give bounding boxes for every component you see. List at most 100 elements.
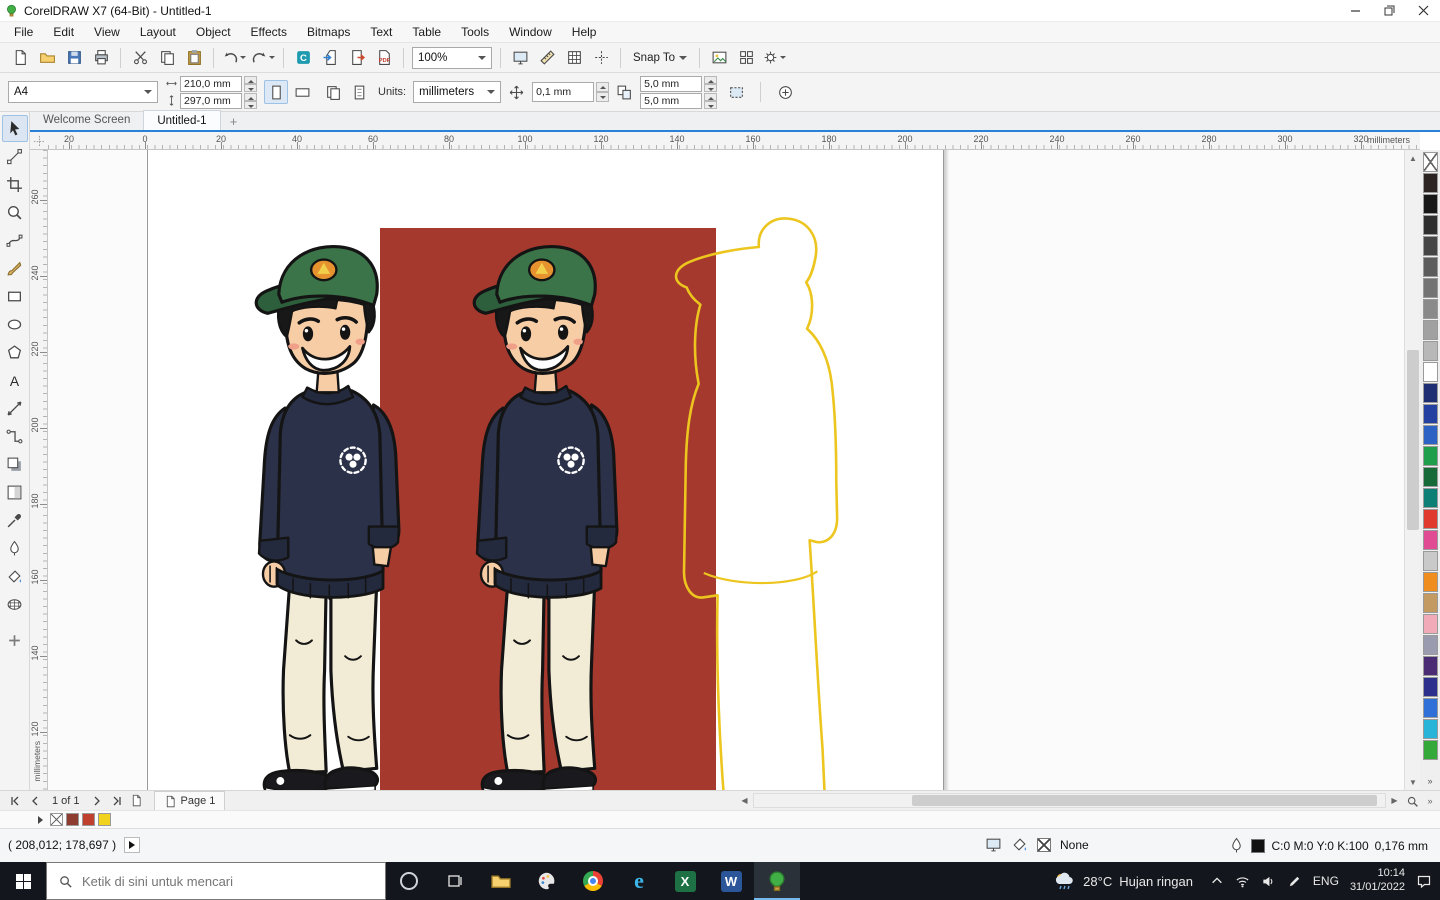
pick-tool[interactable] bbox=[2, 115, 28, 142]
document-no-color-swatch[interactable] bbox=[50, 813, 63, 826]
horizontal-scrollbar[interactable] bbox=[753, 793, 1386, 808]
speaker-icon[interactable] bbox=[1261, 874, 1276, 889]
duplicate-x-spinner[interactable] bbox=[704, 76, 717, 92]
nudge-distance-input[interactable]: 0,1 mm bbox=[532, 82, 594, 102]
ruler-origin-button[interactable] bbox=[31, 133, 47, 149]
palette-swatch[interactable] bbox=[1423, 740, 1438, 760]
next-page-button[interactable] bbox=[88, 793, 106, 809]
page-width-input[interactable]: 210,0 mm bbox=[180, 76, 242, 92]
previous-page-button[interactable] bbox=[26, 793, 44, 809]
artistic-media-tool[interactable] bbox=[2, 255, 28, 282]
copy-button[interactable] bbox=[154, 46, 180, 70]
duplicate-x-input[interactable]: 5,0 mm bbox=[640, 76, 702, 92]
fill-color-icon[interactable] bbox=[1011, 836, 1028, 853]
open-button[interactable] bbox=[34, 46, 60, 70]
menu-layout[interactable]: Layout bbox=[130, 23, 186, 41]
palette-swatch[interactable] bbox=[1423, 530, 1438, 550]
show-grid-button[interactable] bbox=[561, 46, 587, 70]
tray-expand-icon[interactable] bbox=[1210, 874, 1224, 888]
palette-swatch[interactable] bbox=[1423, 320, 1438, 340]
menu-file[interactable]: File bbox=[4, 23, 43, 41]
parallel-dimension-tool[interactable] bbox=[2, 395, 28, 422]
scroll-up-arrow[interactable]: ▲ bbox=[1405, 150, 1421, 166]
palette-scroll-down-button[interactable]: » bbox=[1422, 793, 1438, 809]
restore-button[interactable] bbox=[1372, 0, 1406, 22]
nudge-spinner[interactable] bbox=[596, 82, 609, 102]
duplicate-y-input[interactable]: 5,0 mm bbox=[640, 93, 702, 109]
snap-to-dropdown[interactable]: Snap To bbox=[627, 47, 693, 69]
color-eyedropper-tool[interactable] bbox=[2, 507, 28, 534]
word-taskbar-button[interactable]: W bbox=[708, 862, 754, 900]
horizontal-ruler[interactable]: millimeters 2002040608010012014016018020… bbox=[30, 132, 1420, 150]
menu-effects[interactable]: Effects bbox=[241, 23, 297, 41]
palette-swatch[interactable] bbox=[1423, 593, 1438, 613]
search-content-button[interactable] bbox=[290, 46, 316, 70]
minimize-button[interactable] bbox=[1338, 0, 1372, 22]
excel-taskbar-button[interactable]: X bbox=[662, 862, 708, 900]
zoom-level-combo[interactable]: 100% bbox=[412, 47, 492, 69]
portrait-button[interactable] bbox=[264, 80, 288, 104]
rectangle-tool[interactable] bbox=[2, 283, 28, 310]
menu-help[interactable]: Help bbox=[562, 23, 607, 41]
interactive-fill-tool[interactable] bbox=[2, 563, 28, 590]
taskbar-clock[interactable]: 10:14 31/01/2022 bbox=[1350, 867, 1405, 895]
fullscreen-preview-button[interactable] bbox=[507, 46, 533, 70]
palette-swatch[interactable] bbox=[1423, 698, 1438, 718]
scroll-down-arrow[interactable]: ▼ bbox=[1405, 774, 1421, 790]
palette-swatch[interactable] bbox=[1423, 194, 1438, 214]
zoom-fit-button[interactable] bbox=[1404, 793, 1420, 809]
units-combo[interactable]: millimeters bbox=[413, 81, 501, 103]
add-page-button[interactable] bbox=[128, 793, 146, 809]
palette-swatch[interactable] bbox=[1423, 425, 1438, 445]
redo-button[interactable] bbox=[249, 46, 277, 70]
task-view-button[interactable] bbox=[432, 862, 478, 900]
palette-swatch[interactable] bbox=[1423, 677, 1438, 697]
save-button[interactable] bbox=[61, 46, 87, 70]
crop-tool[interactable] bbox=[2, 171, 28, 198]
wifi-icon[interactable] bbox=[1235, 874, 1250, 889]
options-button[interactable] bbox=[760, 46, 788, 70]
file-explorer-taskbar-button[interactable] bbox=[478, 862, 524, 900]
page-height-input[interactable]: 297,0 mm bbox=[180, 93, 242, 109]
new-document-button[interactable] bbox=[7, 46, 33, 70]
paste-button[interactable] bbox=[181, 46, 207, 70]
tab-untitled-1[interactable]: Untitled-1 bbox=[143, 110, 220, 130]
ellipse-tool[interactable] bbox=[2, 311, 28, 338]
drawing-canvas[interactable] bbox=[48, 150, 1404, 790]
show-rulers-button[interactable] bbox=[534, 46, 560, 70]
menu-tools[interactable]: Tools bbox=[451, 23, 499, 41]
status-flyout-button[interactable] bbox=[124, 837, 140, 853]
tab-welcome-screen[interactable]: Welcome Screen bbox=[30, 110, 143, 130]
new-document-tab-button[interactable]: + bbox=[225, 112, 243, 130]
application-launcher-button[interactable] bbox=[733, 46, 759, 70]
no-color-swatch[interactable] bbox=[1423, 152, 1438, 172]
page-height-spinner[interactable] bbox=[244, 93, 257, 109]
page-1-tab[interactable]: Page 1 bbox=[154, 791, 226, 810]
page-size-combo[interactable]: A4 bbox=[8, 81, 158, 103]
coreldraw-taskbar-button[interactable] bbox=[754, 862, 800, 900]
chrome-taskbar-button[interactable] bbox=[570, 862, 616, 900]
palette-swatch[interactable] bbox=[1423, 572, 1438, 592]
drop-shadow-tool[interactable] bbox=[2, 451, 28, 478]
smart-fill-tool[interactable] bbox=[2, 591, 28, 618]
menu-edit[interactable]: Edit bbox=[43, 23, 84, 41]
scroll-left-arrow[interactable]: ◀ bbox=[737, 793, 752, 808]
menu-view[interactable]: View bbox=[84, 23, 130, 41]
text-tool[interactable] bbox=[2, 367, 28, 394]
menu-text[interactable]: Text bbox=[360, 23, 402, 41]
welcome-screen-button[interactable] bbox=[706, 46, 732, 70]
menu-object[interactable]: Object bbox=[186, 23, 241, 41]
document-palette-swatch[interactable] bbox=[66, 813, 79, 826]
taskbar-search[interactable] bbox=[46, 862, 386, 900]
start-button[interactable] bbox=[0, 862, 46, 900]
document-palette-swatch[interactable] bbox=[98, 813, 111, 826]
palette-swatch[interactable] bbox=[1423, 467, 1438, 487]
menu-bitmaps[interactable]: Bitmaps bbox=[297, 23, 360, 41]
notification-center-icon[interactable] bbox=[1416, 873, 1432, 889]
undo-button[interactable] bbox=[220, 46, 248, 70]
palette-swatch[interactable] bbox=[1423, 257, 1438, 277]
print-button[interactable] bbox=[88, 46, 114, 70]
last-page-button[interactable] bbox=[108, 793, 126, 809]
shape-tool[interactable] bbox=[2, 143, 28, 170]
palette-swatch[interactable] bbox=[1423, 446, 1438, 466]
